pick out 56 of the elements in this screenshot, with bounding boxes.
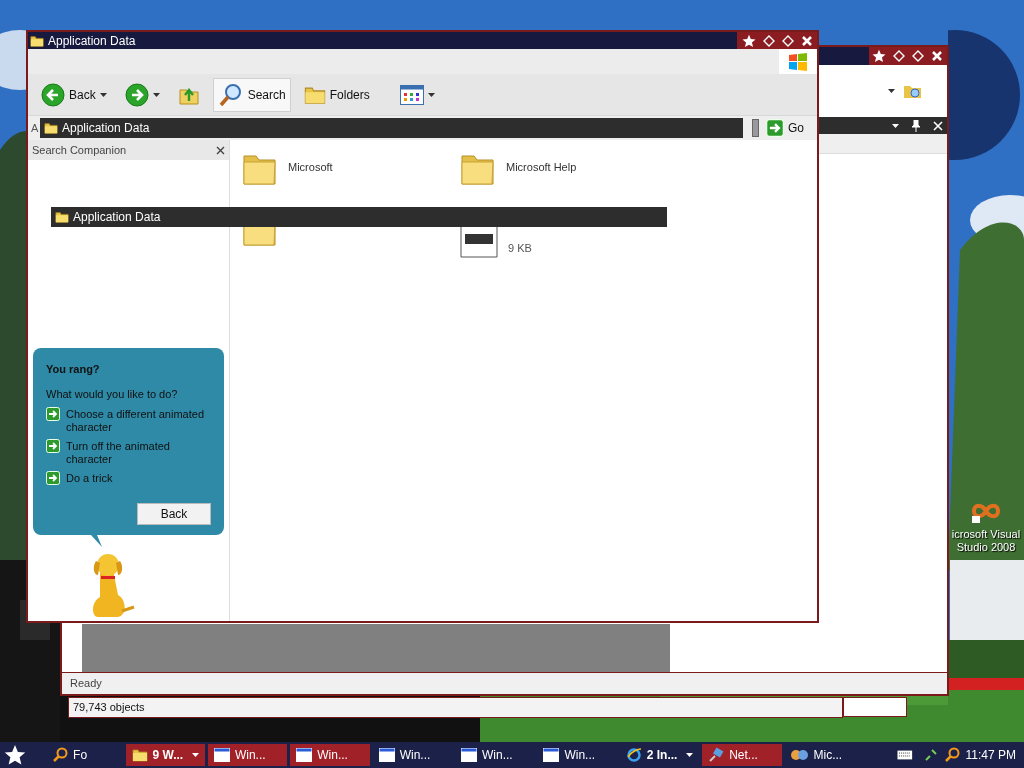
folders-button[interactable]: Folders bbox=[298, 77, 375, 112]
back-button[interactable]: Back bbox=[137, 503, 211, 525]
minimize-icon[interactable] bbox=[893, 50, 905, 62]
caret-icon[interactable] bbox=[427, 92, 435, 97]
file-icon bbox=[459, 227, 499, 258]
window-icon bbox=[296, 748, 313, 762]
maximize-icon[interactable] bbox=[912, 50, 924, 62]
search-button[interactable]: Search bbox=[212, 77, 291, 112]
taskbar-button[interactable]: Win... bbox=[290, 744, 370, 766]
star-icon[interactable] bbox=[742, 33, 756, 48]
balloon-option-link[interactable]: Do a trick bbox=[66, 471, 113, 485]
toolbar-grip[interactable] bbox=[752, 119, 759, 137]
caret-icon[interactable] bbox=[152, 92, 160, 97]
window-icon bbox=[461, 748, 477, 762]
folder-icon bbox=[241, 227, 279, 248]
keyboard-icon[interactable] bbox=[896, 750, 913, 760]
taskbar-button[interactable]: 9 W... bbox=[125, 744, 205, 766]
close-icon[interactable] bbox=[216, 145, 225, 155]
window-icon bbox=[213, 748, 230, 762]
search-icon bbox=[217, 81, 244, 108]
taskbar-button[interactable]: Net... bbox=[702, 744, 782, 766]
pin-icon[interactable] bbox=[911, 119, 921, 132]
status-text: Ready bbox=[70, 676, 102, 692]
star-icon[interactable] bbox=[4, 744, 26, 766]
window-icon bbox=[378, 748, 395, 762]
browser-icon bbox=[625, 747, 642, 763]
caret-icon[interactable] bbox=[892, 123, 899, 128]
window-title: Application Data bbox=[48, 32, 136, 50]
file-name[interactable]: Microsoft bbox=[288, 159, 333, 176]
address-field[interactable]: Application Data bbox=[40, 118, 743, 138]
maximize-icon[interactable] bbox=[782, 34, 794, 47]
folder-icon bbox=[131, 747, 148, 763]
caret-icon[interactable] bbox=[99, 92, 107, 97]
people-icon bbox=[790, 748, 809, 762]
caret-icon[interactable] bbox=[686, 753, 694, 757]
windows-logo-icon bbox=[788, 52, 808, 71]
search-icon bbox=[52, 747, 69, 763]
search-icon[interactable] bbox=[943, 747, 960, 763]
balloon-option-link[interactable]: Choose a different animated character bbox=[66, 407, 211, 434]
views-icon bbox=[399, 84, 424, 105]
balloon-heading: You rang? bbox=[46, 362, 101, 377]
caret-icon[interactable] bbox=[888, 89, 895, 93]
pane-title: Search Companion bbox=[32, 142, 127, 158]
go-button[interactable]: Go bbox=[764, 118, 806, 138]
status-text: 79,743 objects bbox=[73, 700, 145, 716]
balloon-question: What would you like to do? bbox=[46, 386, 179, 402]
taskbar-button[interactable]: Win... bbox=[207, 744, 288, 766]
file-size: 9 KB bbox=[508, 240, 532, 256]
file-name[interactable]: Microsoft Help bbox=[506, 159, 577, 176]
balloon-option-link[interactable]: Turn off the animated character bbox=[66, 439, 211, 466]
star-icon[interactable] bbox=[872, 49, 886, 63]
minimize-icon[interactable] bbox=[763, 34, 775, 47]
caret-icon[interactable] bbox=[191, 753, 199, 757]
window-icon bbox=[543, 748, 560, 762]
title-tooltip: Application Data bbox=[51, 207, 667, 227]
clock: 11:47 PM bbox=[965, 747, 1016, 764]
